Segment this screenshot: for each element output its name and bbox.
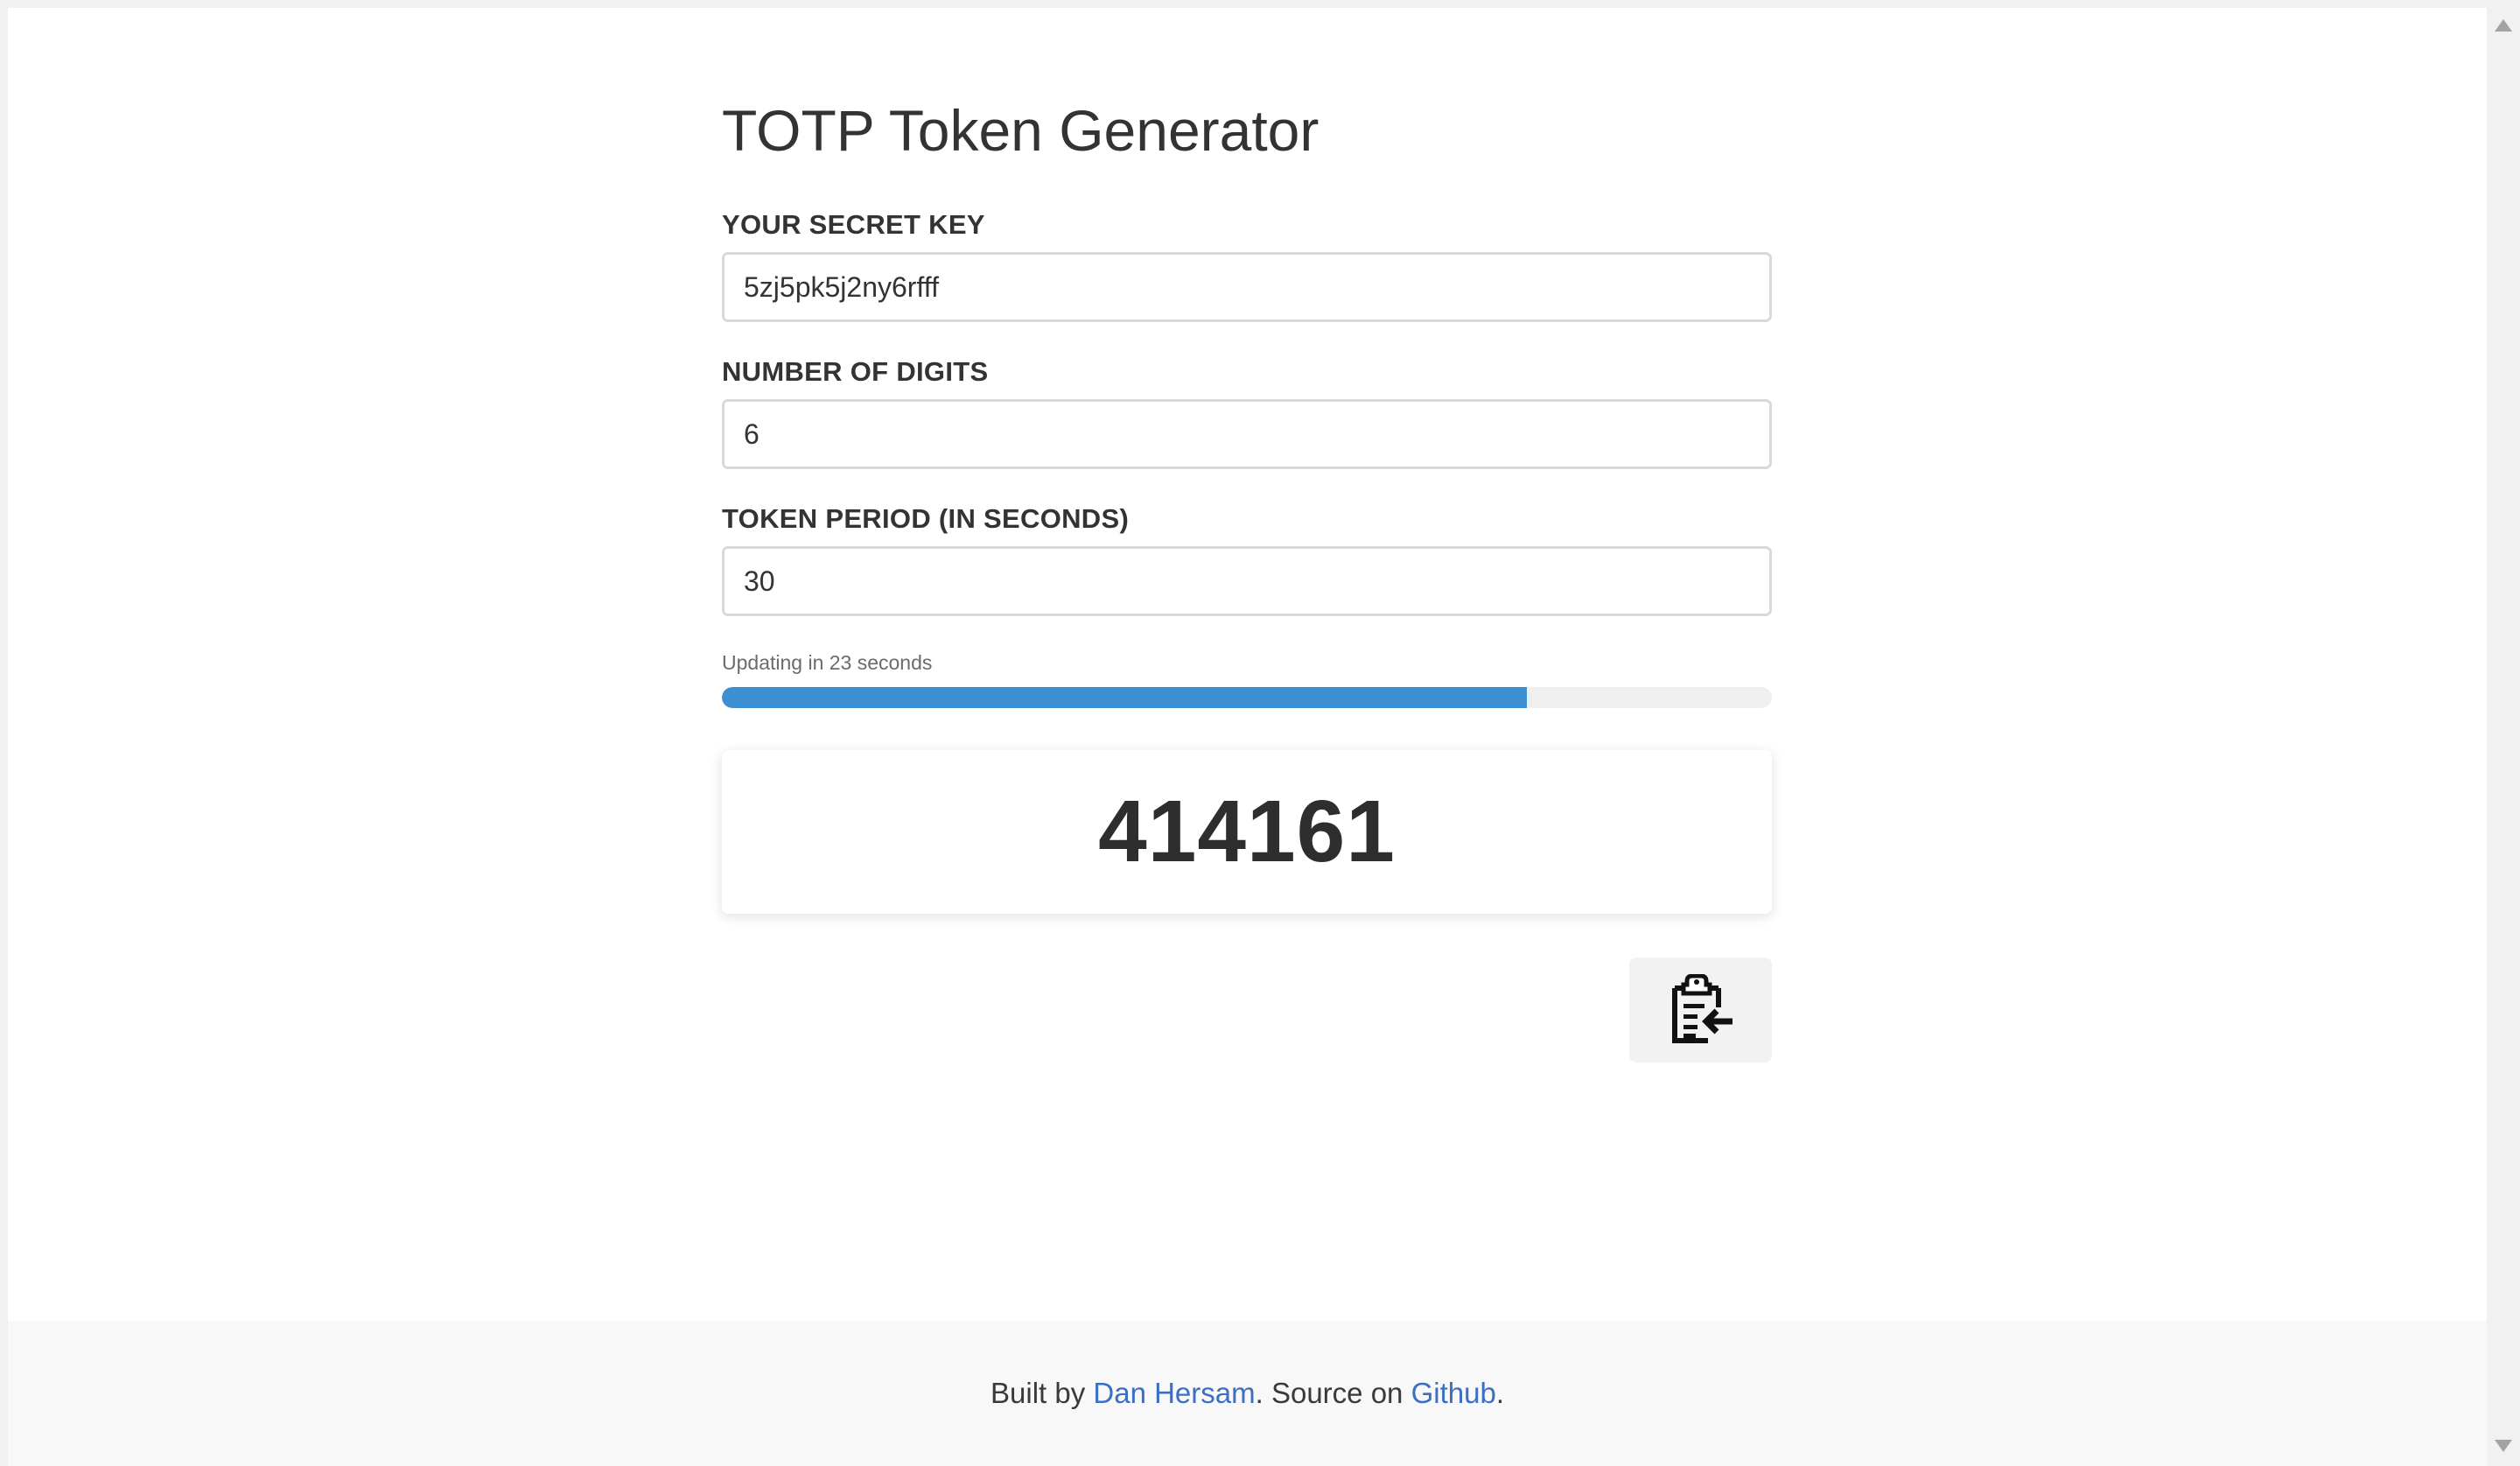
author-link[interactable]: Dan Hersam	[1093, 1377, 1255, 1410]
secret-key-input[interactable]	[722, 252, 1772, 322]
scrollbar[interactable]	[2487, 0, 2520, 1466]
secret-key-label: YOUR SECRET KEY	[722, 209, 985, 240]
footer-suffix: .	[1495, 1377, 1504, 1409]
scroll-up-icon[interactable]	[2495, 19, 2512, 32]
page: TOTP Token Generator YOUR SECRET KEY NUM…	[8, 8, 2487, 1466]
github-link[interactable]: Github	[1411, 1377, 1496, 1410]
footer-prefix: Built by	[990, 1377, 1094, 1409]
clipboard-copy-icon	[1666, 974, 1736, 1046]
copy-button[interactable]	[1629, 957, 1772, 1063]
digits-label: NUMBER OF DIGITS	[722, 356, 989, 387]
page-title: TOTP Token Generator	[722, 98, 1320, 163]
period-input[interactable]	[722, 546, 1772, 616]
progress-fill	[722, 687, 1528, 708]
digits-input[interactable]	[722, 399, 1772, 469]
progress-label: Updating in 23 seconds	[722, 651, 933, 674]
progress-bar	[722, 687, 1772, 708]
token-card: 414161	[722, 750, 1772, 914]
footer-middle: . Source on	[1255, 1377, 1411, 1409]
period-label: TOKEN PERIOD (IN SECONDS)	[722, 503, 1130, 534]
scroll-down-icon[interactable]	[2495, 1440, 2512, 1452]
token-value: 414161	[1098, 782, 1396, 880]
footer: Built by Dan Hersam. Source on Github.	[8, 1321, 2487, 1466]
